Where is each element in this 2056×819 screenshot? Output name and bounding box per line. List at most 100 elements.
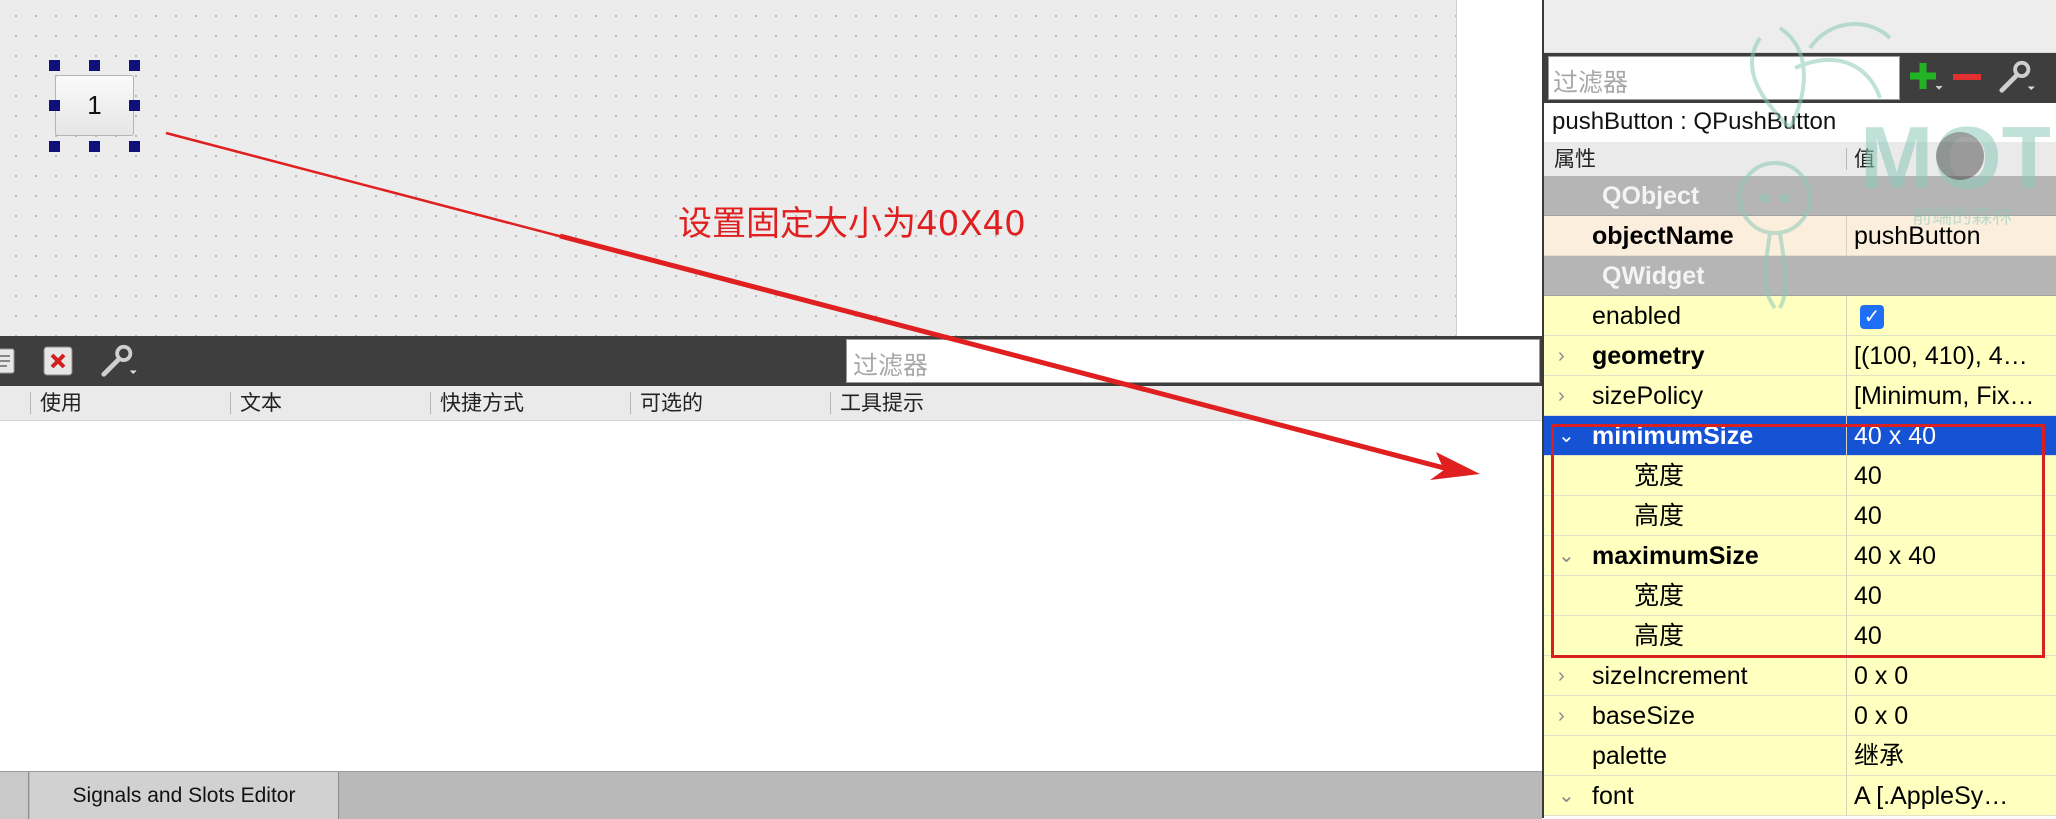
tab-action-editor[interactable] xyxy=(0,772,29,819)
resize-handle[interactable] xyxy=(89,60,100,71)
property-group-row[interactable]: QWidget xyxy=(1544,256,2056,296)
property-value[interactable]: 40 xyxy=(1854,456,1882,496)
document-icon[interactable] xyxy=(0,343,24,379)
value-separator xyxy=(1846,456,1847,496)
property-name: QWidget xyxy=(1602,262,1705,290)
property-filter-input[interactable]: 过滤器 xyxy=(1548,56,1900,100)
property-rows: QObject objectName pushButton QWidget enable… xyxy=(1544,176,2056,816)
value-separator xyxy=(1846,536,1847,576)
property-name: minimumSize xyxy=(1592,422,1754,450)
resize-handle[interactable] xyxy=(89,141,100,152)
property-row[interactable]: 宽度 40 xyxy=(1544,456,2056,496)
property-editor-titlebar xyxy=(1544,0,2056,53)
value-separator xyxy=(1846,296,1847,336)
property-name: maximumSize xyxy=(1592,542,1759,570)
property-value[interactable]: 40 xyxy=(1854,576,1882,616)
property-column-header[interactable]: 属性 xyxy=(1554,142,1596,176)
wrench-icon[interactable] xyxy=(100,343,138,379)
value-separator xyxy=(1846,576,1847,616)
resize-handle[interactable] xyxy=(49,100,60,111)
column-header-text[interactable]: 文本 xyxy=(240,386,282,420)
property-value[interactable]: pushButton xyxy=(1854,216,1981,256)
resize-handle[interactable] xyxy=(129,141,140,152)
property-name: objectName xyxy=(1592,222,1734,250)
value-separator xyxy=(1846,736,1847,776)
property-value[interactable]: 0 x 0 xyxy=(1854,696,1908,736)
property-value[interactable]: [(100, 410), 4… xyxy=(1854,336,2028,376)
tab-signals-slots-editor[interactable]: Signals and Slots Editor xyxy=(30,772,339,819)
resize-handle[interactable] xyxy=(129,100,140,111)
value-separator xyxy=(1846,496,1847,536)
collapse-arrow-icon[interactable]: ⌄ xyxy=(1558,776,1575,816)
property-value[interactable]: A [.AppleSy… xyxy=(1854,776,2008,816)
property-row[interactable]: ⌄ font A [.AppleSy… xyxy=(1544,776,2056,816)
property-value[interactable]: 继承 xyxy=(1854,736,1904,776)
value-column-header[interactable]: 值 xyxy=(1854,142,1875,176)
collapse-arrow-icon[interactable]: ⌄ xyxy=(1558,416,1575,456)
column-header-usage[interactable]: 使用 xyxy=(40,386,82,420)
column-separator xyxy=(430,392,431,414)
property-row[interactable]: 宽度 40 xyxy=(1544,576,2056,616)
expand-arrow-icon[interactable]: › xyxy=(1558,336,1565,376)
action-filter-input[interactable]: 过滤器 xyxy=(846,339,1540,383)
value-separator xyxy=(1846,376,1847,416)
column-separator xyxy=(1846,148,1847,170)
column-header-tooltip[interactable]: 工具提示 xyxy=(840,386,924,420)
expand-arrow-icon[interactable]: › xyxy=(1558,376,1565,416)
property-value[interactable]: 40 x 40 xyxy=(1854,416,1936,456)
expand-arrow-icon[interactable]: › xyxy=(1558,696,1565,736)
column-header-checkable[interactable]: 可选的 xyxy=(640,386,703,420)
form-canvas[interactable]: 1 设置固定大小为40X40 xyxy=(0,0,1456,336)
remove-icon[interactable] xyxy=(1948,59,1986,95)
property-row[interactable]: 高度 40 xyxy=(1544,616,2056,656)
property-value[interactable]: 40 xyxy=(1854,616,1882,656)
property-name: sizePolicy xyxy=(1592,382,1704,410)
property-row[interactable]: 高度 40 xyxy=(1544,496,2056,536)
dock-tab-bar: Signals and Slots Editor xyxy=(0,771,1542,819)
property-name: enabled xyxy=(1592,302,1681,330)
property-group-row[interactable]: QObject xyxy=(1544,176,2056,216)
value-separator xyxy=(1846,416,1847,456)
property-row[interactable]: › sizePolicy [Minimum, Fix… xyxy=(1544,376,2056,416)
action-table-header: 使用 文本 快捷方式 可选的 工具提示 xyxy=(0,386,1542,421)
property-name: QObject xyxy=(1602,182,1700,210)
property-name: sizeIncrement xyxy=(1592,662,1748,690)
wrench-icon[interactable] xyxy=(1998,59,2036,95)
value-separator xyxy=(1846,656,1847,696)
delete-icon[interactable] xyxy=(39,343,77,379)
property-row[interactable]: ⌄ maximumSize 40 x 40 xyxy=(1544,536,2056,576)
property-value[interactable]: 40 xyxy=(1854,496,1882,536)
resize-handle[interactable] xyxy=(129,60,140,71)
property-row[interactable]: › sizeIncrement 0 x 0 xyxy=(1544,656,2056,696)
property-name: 宽度 xyxy=(1634,581,1685,610)
collapse-arrow-icon[interactable]: ⌄ xyxy=(1558,536,1575,576)
value-separator xyxy=(1846,216,1847,256)
property-row[interactable]: ⌄ minimumSize 40 x 40 xyxy=(1544,416,2056,456)
property-row[interactable]: enabled ✓ xyxy=(1544,296,2056,336)
property-value[interactable]: [Minimum, Fix… xyxy=(1854,376,2035,416)
value-separator xyxy=(1846,696,1847,736)
property-name: baseSize xyxy=(1592,702,1695,730)
value-separator xyxy=(1846,616,1847,656)
property-table-header: 属性 值 xyxy=(1544,142,2056,176)
property-row[interactable]: objectName pushButton xyxy=(1544,216,2056,256)
property-value[interactable]: 0 x 0 xyxy=(1854,656,1908,696)
resize-handle[interactable] xyxy=(49,60,60,71)
property-name: 宽度 xyxy=(1634,461,1685,490)
property-name: font xyxy=(1592,782,1634,810)
panel-gap xyxy=(1457,0,1542,336)
property-row[interactable]: › baseSize 0 x 0 xyxy=(1544,696,2056,736)
property-name: geometry xyxy=(1592,342,1705,370)
property-row[interactable]: › geometry [(100, 410), 4… xyxy=(1544,336,2056,376)
property-name: 高度 xyxy=(1634,501,1685,530)
push-button[interactable]: 1 xyxy=(55,75,134,136)
add-icon[interactable] xyxy=(1906,59,1944,95)
property-value[interactable]: 40 x 40 xyxy=(1854,536,1936,576)
resize-handle[interactable] xyxy=(49,141,60,152)
action-list[interactable] xyxy=(0,421,1542,771)
enabled-checkbox[interactable]: ✓ xyxy=(1860,305,1884,329)
expand-arrow-icon[interactable]: › xyxy=(1558,656,1565,696)
column-header-shortcut[interactable]: 快捷方式 xyxy=(440,386,524,420)
property-name: 高度 xyxy=(1634,621,1685,650)
property-row[interactable]: palette 继承 xyxy=(1544,736,2056,776)
